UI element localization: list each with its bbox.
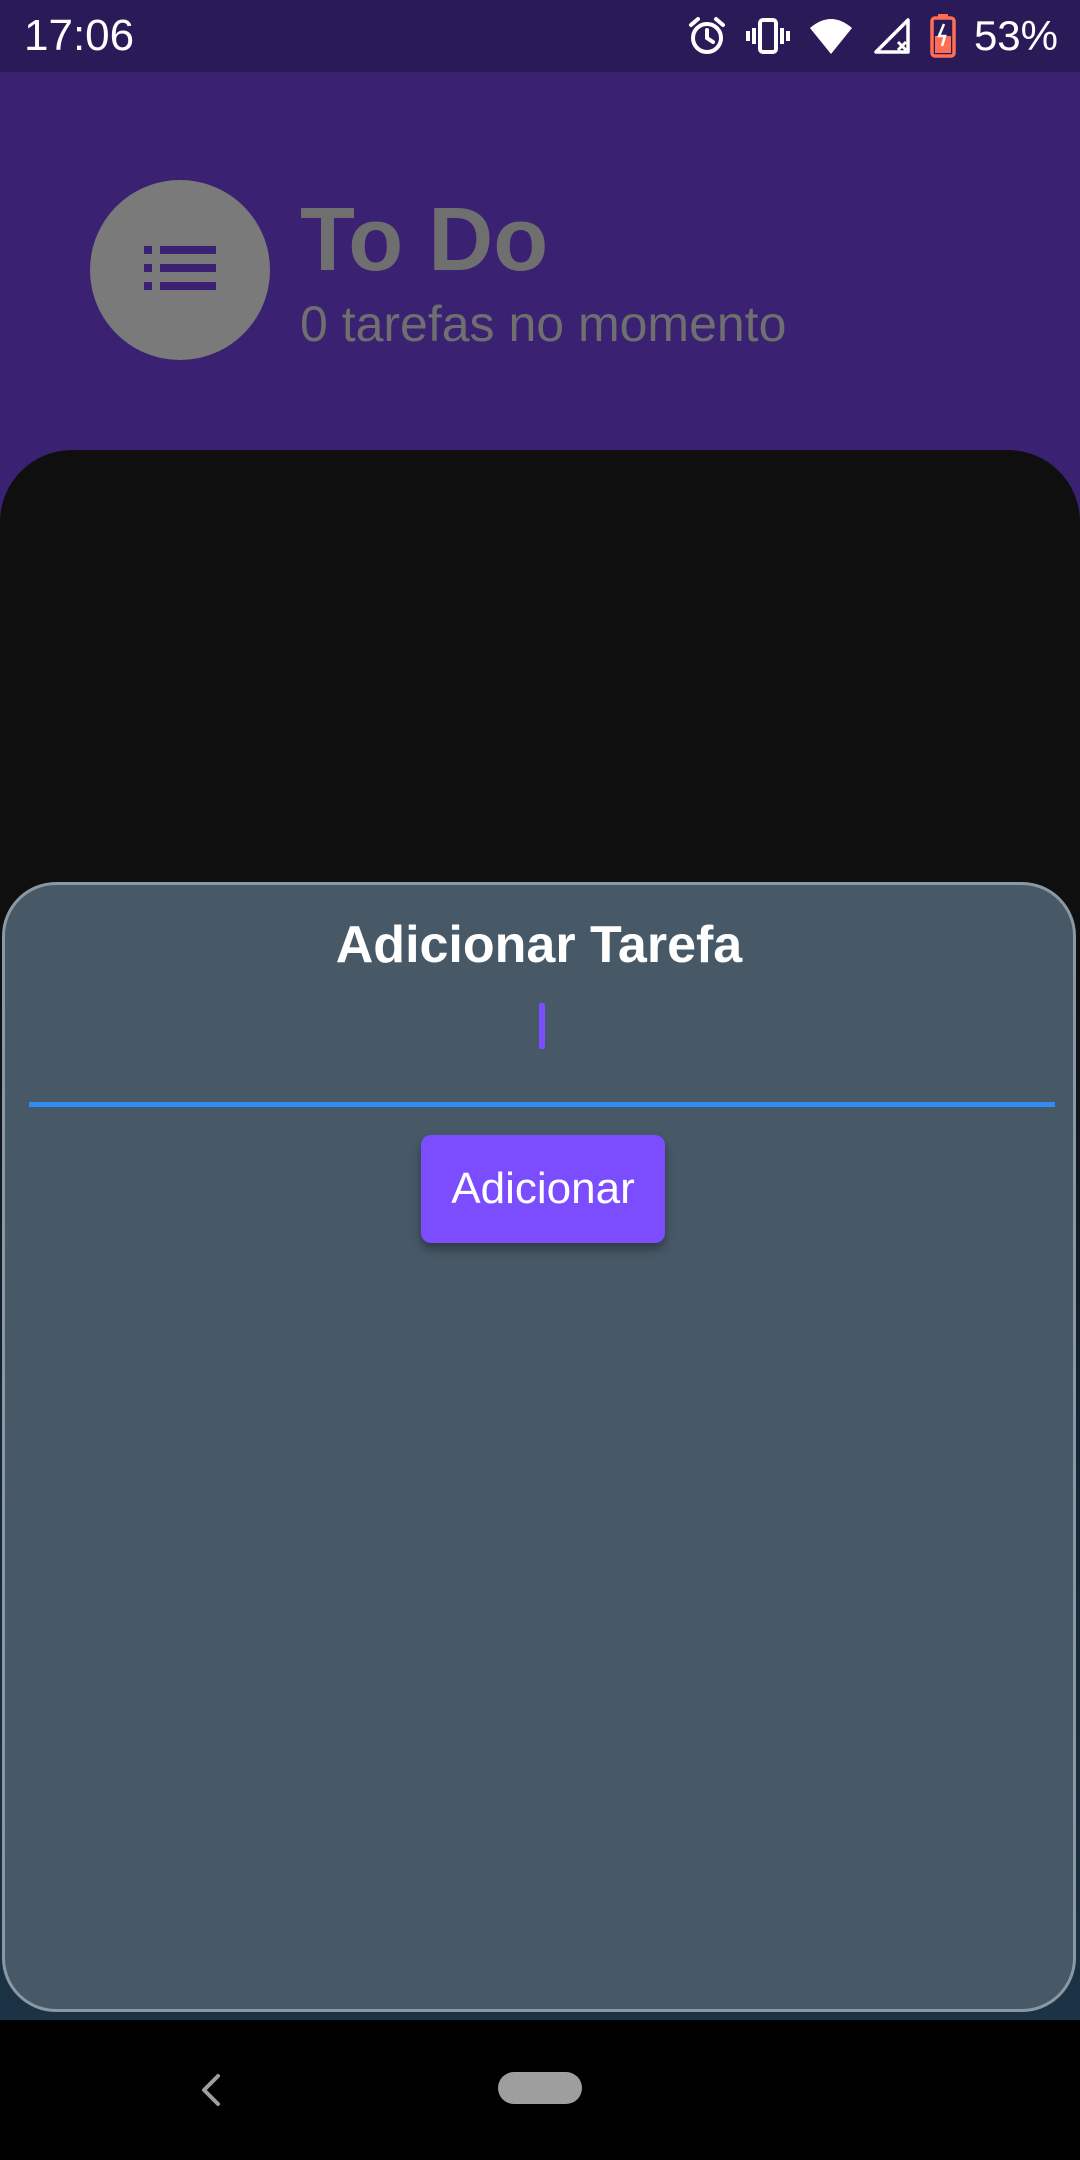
list-avatar [90, 180, 270, 360]
status-icons: 53% [686, 10, 1058, 62]
battery-percent: 53% [973, 12, 1058, 59]
battery-icon [930, 14, 956, 58]
sheet-title: Adicionar Tarefa [335, 916, 743, 974]
alarm-icon [686, 15, 728, 57]
input-underline [29, 1102, 1055, 1107]
status-bar: 17:06 53% [0, 0, 1080, 72]
navigation-bar [0, 2020, 1080, 2160]
list-icon [144, 244, 216, 297]
screen: 17:06 53% To Do 0 tarefas no momento Adi… [0, 0, 1080, 2160]
add-task-button[interactable]: Adicionar [421, 1135, 665, 1243]
task-count: 0 tarefas no momento [300, 296, 787, 352]
task-input-container [29, 995, 1055, 1107]
text-caret [539, 1003, 545, 1049]
signal-icon [872, 16, 912, 56]
back-icon[interactable] [190, 2068, 230, 2112]
vibrate-icon [745, 16, 790, 56]
wifi-icon [808, 16, 854, 56]
status-time: 17:06 [24, 11, 135, 60]
page-title: To Do [300, 190, 549, 290]
add-task-sheet: Adicionar Tarefa Adicionar [2, 882, 1076, 2012]
home-pill[interactable] [498, 2072, 582, 2104]
